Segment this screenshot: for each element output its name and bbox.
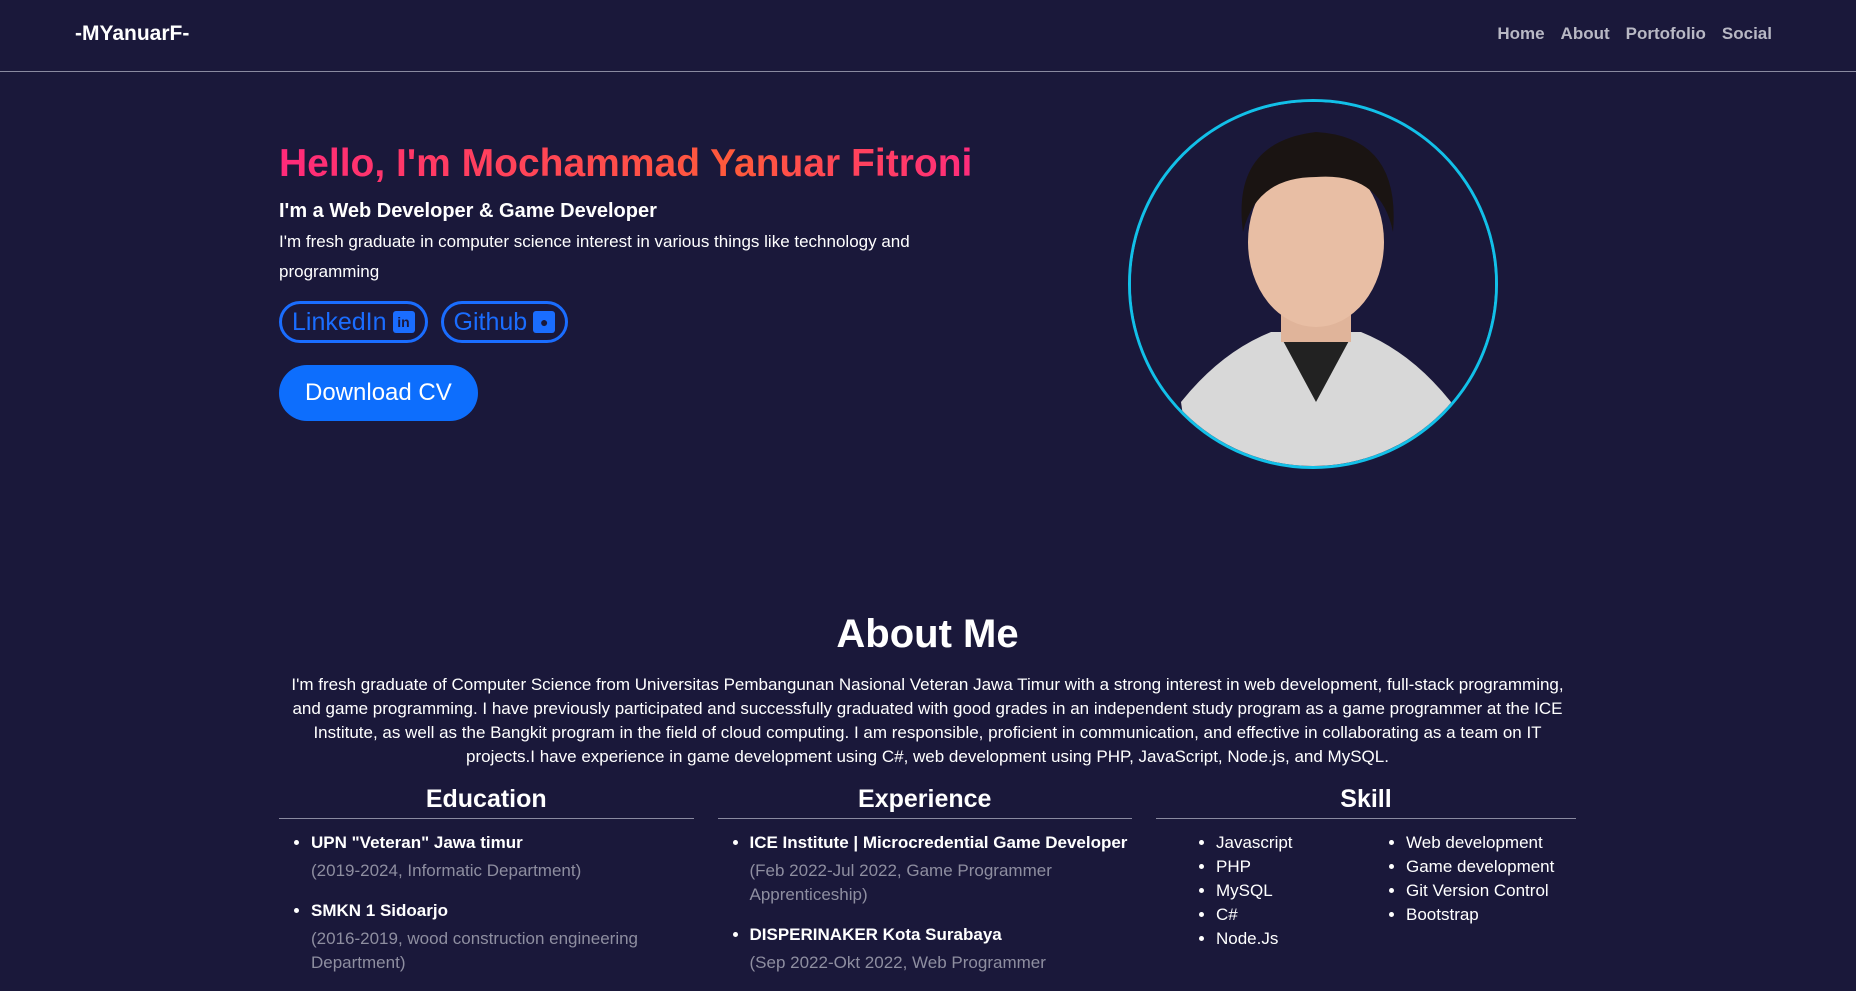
download-cv-button[interactable]: Download CV — [279, 365, 478, 421]
about-text: I'm fresh graduate of Computer Science f… — [291, 675, 1564, 766]
nav-social[interactable]: Social — [1722, 24, 1772, 44]
github-button[interactable]: Github ● — [440, 301, 569, 343]
list-item: SMKN 1 Sidoarjo (2016-2019, wood construc… — [311, 899, 694, 975]
item-detail: (Feb 2022-Jul 2022, Game Programmer Appr… — [749, 861, 1052, 904]
logo[interactable]: -MYanuarF- — [75, 22, 189, 46]
skill-item: PHP — [1216, 855, 1386, 879]
details-columns: Education UPN "Veteran" Jawa timur (2019-… — [279, 785, 1576, 991]
skill-heading: Skill — [1156, 785, 1576, 819]
item-detail: (Sep 2022-Okt 2022, Web Programmer — [749, 953, 1046, 972]
experience-column: Experience ICE Institute | Microcredenti… — [717, 785, 1133, 991]
github-icon: ● — [533, 311, 556, 333]
linkedin-label: LinkedIn — [292, 307, 387, 336]
github-label: Github — [453, 307, 528, 336]
social-links: LinkedIn in Github ● — [279, 301, 1039, 343]
about-section: About Me I'm fresh graduate of Computer … — [279, 612, 1576, 769]
list-item: UPN "Veteran" Jawa timur (2019-2024, Info… — [311, 831, 694, 883]
item-name: SMKN 1 Sidoarjo — [311, 901, 448, 920]
education-heading: Education — [279, 785, 694, 819]
skill-item: Node.Js — [1216, 927, 1386, 951]
experience-heading: Experience — [717, 785, 1132, 819]
skill-item: Bootstrap — [1406, 903, 1576, 927]
navbar: -MYanuarF- Home About Portofolio Social — [0, 0, 1856, 72]
hero: Hello, I'm Mochammad Yanuar Fitroni I'm … — [279, 142, 1039, 421]
skill-item: Javascript — [1216, 831, 1386, 855]
education-column: Education UPN "Veteran" Jawa timur (2019-… — [279, 785, 694, 991]
hero-subtitle: I'm a Web Developer & Game Developer — [279, 200, 657, 222]
list-item: ICE Institute | Microcredential Game Dev… — [750, 831, 1133, 907]
about-heading: About Me — [836, 612, 1019, 656]
profile-photo — [1128, 99, 1498, 469]
nav-portofolio[interactable]: Portofolio — [1626, 24, 1706, 44]
skill-item: Web development — [1406, 831, 1576, 855]
skill-item: Game development — [1406, 855, 1576, 879]
skill-item: C# — [1216, 903, 1386, 927]
list-item: DISPERINAKER Kota Surabaya (Sep 2022-Okt … — [750, 923, 1133, 975]
linkedin-button[interactable]: LinkedIn in — [279, 301, 428, 343]
skill-column: Skill Javascript PHP MySQL C# Node.Js We… — [1156, 785, 1576, 991]
item-name: ICE Institute | Microcredential Game Dev… — [749, 833, 1128, 852]
item-name: UPN "Veteran" Jawa timur — [311, 833, 523, 852]
skill-item: Git Version Control — [1406, 879, 1576, 903]
nav-links: Home About Portofolio Social — [1497, 24, 1772, 44]
item-name: DISPERINAKER Kota Surabaya — [749, 925, 1002, 944]
hero-title: Hello, I'm Mochammad Yanuar Fitroni — [279, 142, 1039, 186]
item-detail: (2019-2024, Informatic Department) — [311, 861, 582, 880]
skill-item: MySQL — [1216, 879, 1386, 903]
nav-home[interactable]: Home — [1497, 24, 1544, 44]
hero-description: I'm fresh graduate in computer science i… — [279, 232, 910, 281]
nav-about[interactable]: About — [1561, 24, 1610, 44]
linkedin-icon: in — [392, 311, 415, 333]
item-detail: (2016-2019, wood construction engineerin… — [311, 929, 639, 972]
